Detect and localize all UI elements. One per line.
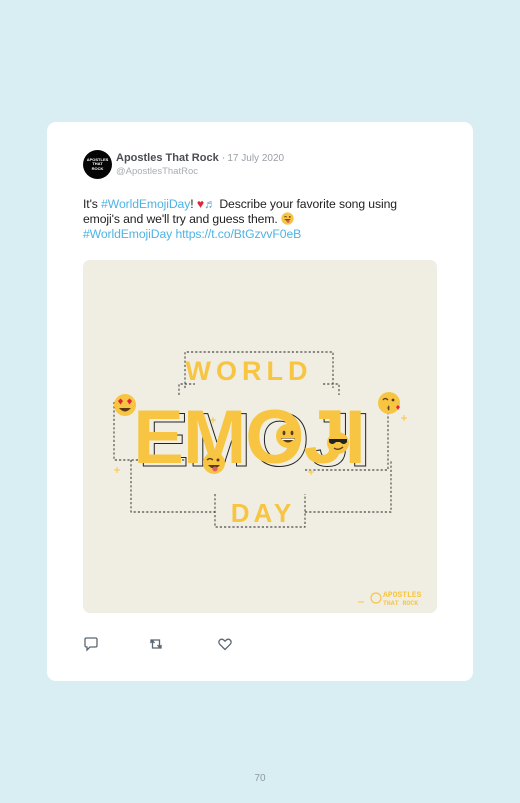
reply-icon[interactable] [83,636,99,652]
page-number: 70 [254,773,266,784]
author-handle[interactable]: @ApostlesThatRoc [116,166,198,177]
retweet-icon[interactable] [148,636,164,652]
watermark-line1: APOSTLES [383,591,422,600]
short-link[interactable]: https://t.co/BtGzvvF0eB [175,227,301,241]
author-name[interactable]: Apostles That Rock [116,152,219,164]
heart-eyes-face-icon [114,394,136,416]
text-prefix: It's [83,197,102,211]
title-day: DAY [231,498,296,528]
author-line: Apostles That Rock · 17 July 2020 [116,152,284,164]
avatar[interactable]: APOSTLES THAT ROCK [83,150,112,179]
winking-face-with-tongue-icon [203,452,225,474]
tweet-date[interactable]: 17 July 2020 [227,153,284,164]
separator: · [221,152,226,164]
title-world: WORLD [186,356,313,386]
sunglasses-face-icon [327,432,349,454]
like-icon[interactable] [217,636,233,652]
red-heart-icon: ♥ [196,197,204,211]
hashtag-link[interactable]: #WorldEmojiDay [83,227,172,241]
world-emoji-day-graphic: WORLD EMOJI EMOJI DAY APOSTLES THAT ROCK [113,351,422,607]
musical-notes-icon: ♬ [203,197,217,211]
tweet-text: It's #WorldEmojiDay! ♥♬ Describe your fa… [83,197,413,242]
text-exclaim: ! [190,197,194,211]
watermark-line2: THAT ROCK [383,600,418,607]
tweet-image[interactable]: WORLD EMOJI EMOJI DAY APOSTLES THAT ROCK [83,260,437,613]
tweet-card: APOSTLES THAT ROCK Apostles That Rock · 17… [47,122,473,681]
hashtag-link[interactable]: #WorldEmojiDay [101,197,190,211]
kissing-face-icon [378,392,400,414]
avatar-text-line: ROCK [91,165,104,171]
winking-face-with-tongue-icon [281,212,294,225]
grinning-face-icon [276,424,300,448]
apostles-that-rock-watermark: APOSTLES THAT ROCK [370,591,422,607]
